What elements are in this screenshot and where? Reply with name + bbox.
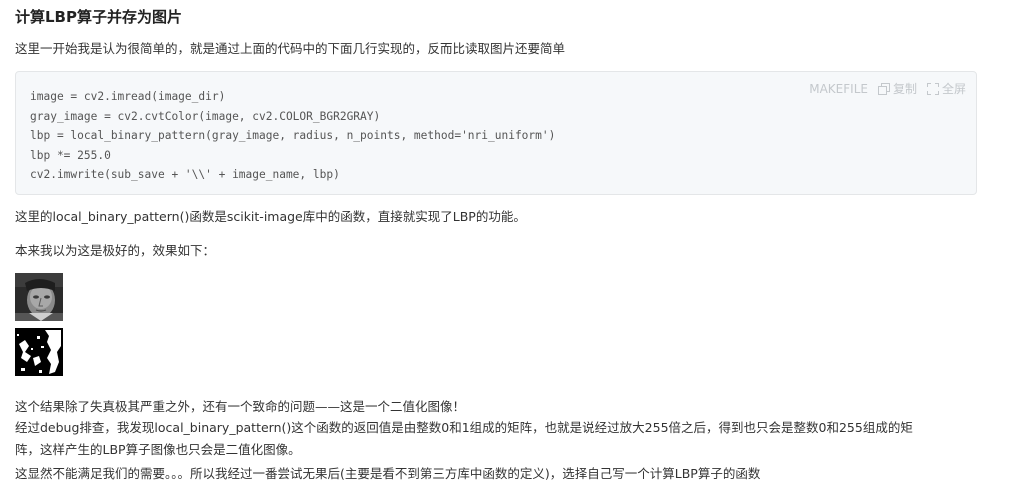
section-title: 计算LBP算子并存为图片 <box>15 8 182 26</box>
fullscreen-button[interactable]: 全屏 <box>926 80 966 97</box>
copy-icon <box>877 82 890 95</box>
code-line: cv2.imwrite(sub_save + '\\' + image_name… <box>30 168 340 181</box>
effect-paragraph: 本来我以为这是极好的，效果如下： <box>15 243 216 258</box>
debug-paragraph-line-1: 经过debug排查，我发现local_binary_pattern()这个函数的… <box>15 420 913 435</box>
code-line: gray_image = cv2.cvtColor(image, cv2.COL… <box>30 109 381 123</box>
code-line: lbp = local_binary_pattern(gray_image, r… <box>30 129 556 142</box>
code-line: lbp *= 255.0 <box>30 148 111 162</box>
copy-button[interactable]: 复制 <box>877 80 917 97</box>
binary-lbp-image <box>15 328 63 376</box>
library-paragraph: 这里的local_binary_pattern()函数是scikit-image… <box>15 209 526 224</box>
grayscale-face-image <box>15 273 63 321</box>
fullscreen-label: 全屏 <box>941 82 966 96</box>
result-paragraph: 这个结果除了失真极其严重之外，还有一个致命的问题——这是一个二值化图像！ <box>15 399 466 414</box>
conclusion-paragraph: 这显然不能满足我们的需要。。。所以我经过一番尝试无果后(主要是看不到第三方库中函… <box>15 466 761 481</box>
intro-paragraph: 这里一开始我是认为很简单的，就是通过上面的代码中的下面几行实现的，反而比读取图片… <box>15 41 566 56</box>
article: 计算LBP算子并存为图片 这里一开始我是认为很简单的，就是通过上面的代码中的下面… <box>0 0 1024 497</box>
code-language-label: MAKEFILE <box>809 81 868 96</box>
copy-label: 复制 <box>892 82 917 96</box>
code-line: image = cv2.imread(image_dir) <box>30 90 226 103</box>
fullscreen-icon <box>926 82 939 95</box>
debug-paragraph-line-2: 阵，这样产生的LBP算子图像也只会是二值化图像。 <box>15 442 301 457</box>
code-toolbar: MAKEFILE 复制 全屏 <box>809 80 966 97</box>
code-block: MAKEFILE 复制 全屏 image = cv2.imread(image_… <box>15 71 977 195</box>
code-lines: image = cv2.imread(image_dir) gray_image… <box>30 87 555 185</box>
